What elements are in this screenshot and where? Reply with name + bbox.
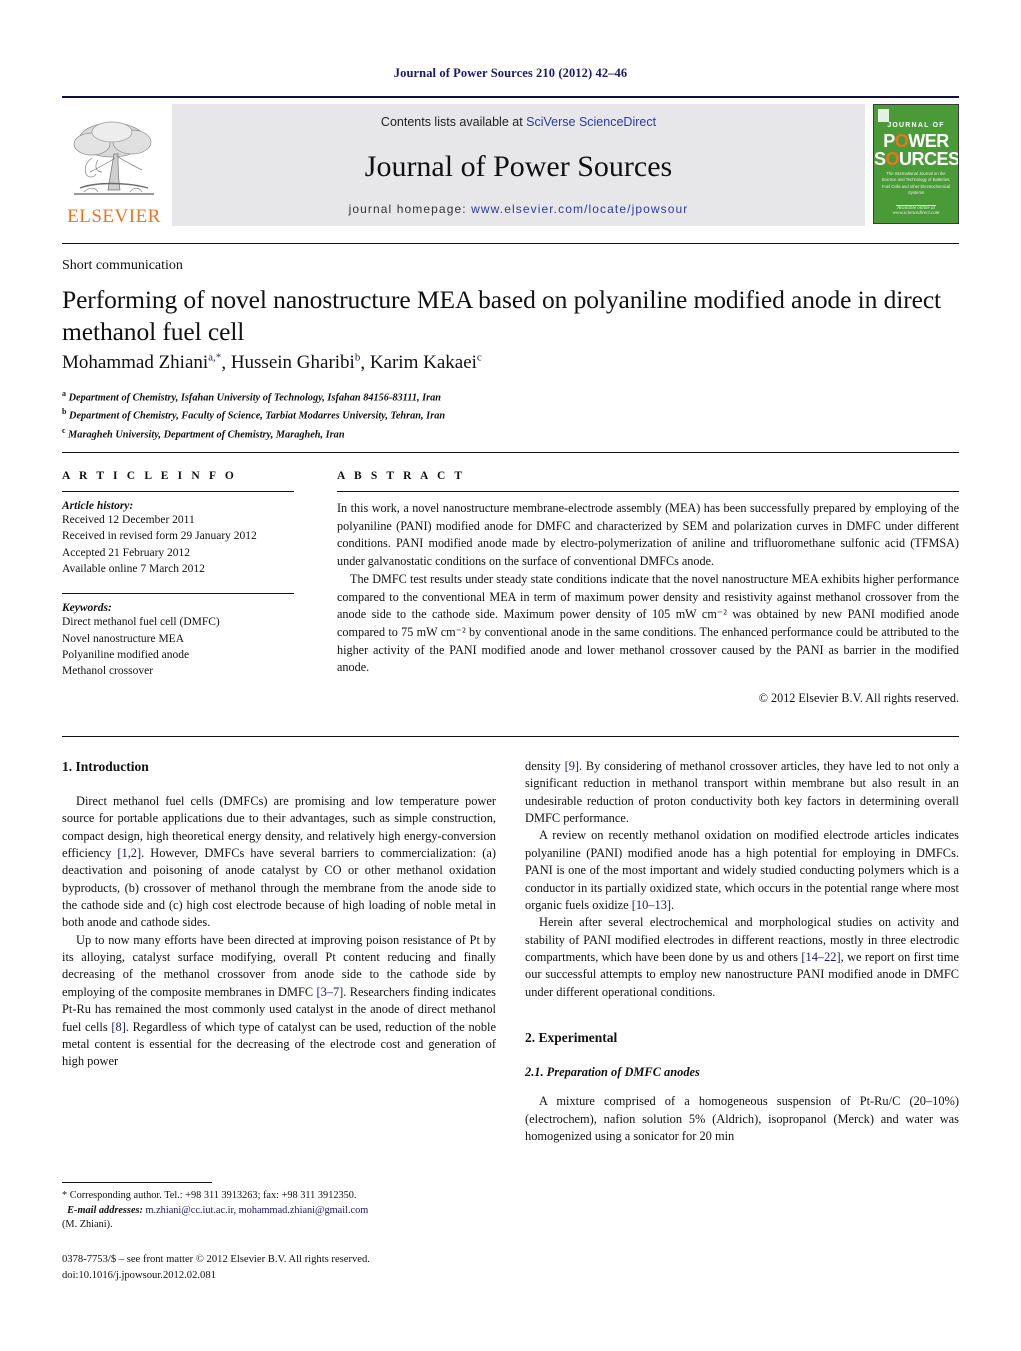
footnote-rule bbox=[62, 1182, 212, 1183]
article-info-rule bbox=[62, 491, 294, 492]
cover-subtitle: The International Journal on the Science… bbox=[881, 171, 951, 195]
keyword-item: Polyaniline modified anode bbox=[62, 648, 190, 661]
keyword-item: Methanol crossover bbox=[62, 665, 154, 678]
abstract-heading: A B S T R A C T bbox=[337, 470, 466, 482]
cover-publisher-badge-icon bbox=[878, 109, 889, 122]
journal-homepage-line: journal homepage: www.elsevier.com/locat… bbox=[349, 202, 689, 216]
email-link-2[interactable]: mohammad.zhiani@gmail.com bbox=[239, 1205, 369, 1216]
keywords-rule bbox=[62, 593, 294, 595]
section-heading-experimental: 2. Experimental bbox=[525, 1030, 618, 1046]
intro-paragraph-1: Direct methanol fuel cells (DMFCs) are p… bbox=[62, 793, 496, 932]
contents-lists-prefix: Contents lists available at bbox=[380, 115, 527, 129]
keyword-item: Novel nanostructure MEA bbox=[62, 632, 184, 645]
email-label: E-mail addresses: bbox=[67, 1204, 143, 1216]
history-item: Available online 7 March 2012 bbox=[62, 562, 205, 575]
journal-banner: Contents lists available at SciVerse Sci… bbox=[172, 104, 865, 226]
issn-line: 0378-7753/$ – see front matter © 2012 El… bbox=[62, 1254, 370, 1265]
body-column-right: density [9]. By considering of methanol … bbox=[525, 758, 959, 1145]
body-column-left: 1. Introduction Direct methanol fuel cel… bbox=[62, 758, 496, 1071]
intro-paragraph-2: Up to now many efforts have been directe… bbox=[62, 932, 496, 1071]
author-3-affil-marker[interactable]: c bbox=[477, 352, 482, 364]
citation-ref-3-7[interactable]: [3–7] bbox=[316, 985, 343, 999]
abstract-bottom-rule bbox=[62, 736, 959, 737]
intro-p3-text-a: density bbox=[525, 759, 565, 773]
subsection-heading-preparation: 2.1. Preparation of DMFC anodes bbox=[525, 1064, 700, 1079]
sciencedirect-link[interactable]: SciVerse ScienceDirect bbox=[526, 115, 656, 129]
intro-p4-text-b: . bbox=[671, 897, 675, 912]
elsevier-logo: ELSEVIER bbox=[62, 104, 166, 226]
elsevier-tree-icon bbox=[73, 121, 154, 195]
intro-paragraph-5: Herein after several electrochemical and… bbox=[525, 914, 959, 1001]
article-history-label: Article history: bbox=[62, 500, 134, 512]
journal-cover-thumbnail: JOURNAL OF POWER SOURCES The Internation… bbox=[873, 104, 959, 224]
author-1-affil-marker[interactable]: a,* bbox=[208, 352, 221, 364]
email-link-1[interactable]: m.zhiani@cc.iut.ac.ir bbox=[146, 1205, 234, 1216]
masthead-bottom-rule bbox=[62, 243, 959, 244]
cover-footer-text: Available online at www.sciencedirect.co… bbox=[892, 206, 940, 216]
affiliation-list: a Department of Chemistry, Isfahan Unive… bbox=[62, 388, 942, 443]
abstract-paragraph-1: In this work, a novel nanostructure memb… bbox=[337, 501, 959, 568]
abstract-copyright: © 2012 Elsevier B.V. All rights reserved… bbox=[758, 690, 959, 705]
citation-ref-9[interactable]: [9] bbox=[565, 759, 579, 773]
article-info-block: A R T I C L E I N F O Article history: R… bbox=[62, 470, 294, 680]
author-3: Karim Kakaeic bbox=[369, 352, 482, 374]
citation-ref-1-2[interactable]: [1,2] bbox=[117, 846, 141, 860]
page-title: Performing of novel nanostructure MEA ba… bbox=[62, 285, 942, 346]
abstract-paragraph-2: The DMFC test results under steady state… bbox=[337, 572, 959, 675]
journal-title: Journal of Power Sources bbox=[364, 149, 673, 183]
experimental-paragraph-1: A mixture comprised of a homogeneous sus… bbox=[525, 1094, 959, 1143]
cover-journal-of-label: JOURNAL OF bbox=[887, 122, 945, 129]
running-head: Journal of Power Sources 210 (2012) 42–4… bbox=[393, 66, 628, 80]
article-page: Journal of Power Sources 210 (2012) 42–4… bbox=[0, 0, 1021, 1351]
homepage-url-link[interactable]: www.elsevier.com/locate/jpowsour bbox=[471, 202, 688, 216]
citation-ref-8[interactable]: [8] bbox=[111, 1020, 125, 1034]
intro-p2-text-c: . Regardless of which type of catalyst c… bbox=[62, 1019, 496, 1069]
history-item: Received 12 December 2011 bbox=[62, 514, 195, 526]
history-item: Accepted 21 February 2012 bbox=[62, 546, 191, 559]
article-head-rule bbox=[62, 452, 959, 453]
author-2: Hussein Gharibib bbox=[230, 352, 361, 374]
article-type-label: Short communication bbox=[62, 258, 183, 273]
homepage-prefix: journal homepage: bbox=[348, 202, 472, 216]
abstract-block: A B S T R A C T In this work, a novel na… bbox=[337, 470, 959, 706]
affiliation-item: c Maragheh University, Department of Che… bbox=[62, 425, 345, 441]
author-2-affil-marker[interactable]: b bbox=[355, 352, 361, 364]
intro-p3-text-b: . By considering of methanol crossover a… bbox=[525, 759, 959, 826]
author-1: Mohammad Zhiania,* bbox=[62, 352, 222, 374]
contents-lists-line: Contents lists available at SciVerse Sci… bbox=[381, 115, 656, 129]
email-note: E-mail addresses: m.zhiani@cc.iut.ac.ir,… bbox=[67, 1204, 369, 1216]
abstract-rule bbox=[337, 491, 959, 492]
affiliation-item: b Department of Chemistry, Faculty of Sc… bbox=[62, 407, 446, 422]
keyword-item: Direct methanol fuel cell (DMFC) bbox=[62, 616, 220, 629]
intro-paragraph-3: density [9]. By considering of methanol … bbox=[525, 758, 959, 827]
journal-masthead: ELSEVIER Contents lists available at Sci… bbox=[62, 96, 959, 226]
elsevier-wordmark: ELSEVIER bbox=[67, 206, 161, 227]
intro-p4-text-a: A review on recently methanol oxidation … bbox=[525, 828, 959, 912]
affiliation-item: a Department of Chemistry, Isfahan Unive… bbox=[62, 389, 442, 404]
doi-line: doi:10.1016/j.jpowsour.2012.02.081 bbox=[62, 1269, 216, 1281]
cover-word-power: POWER bbox=[883, 131, 949, 151]
footnote-block: * Corresponding author. Tel.: +98 311 39… bbox=[62, 1182, 496, 1233]
imprint-block: 0378-7753/$ – see front matter © 2012 El… bbox=[62, 1252, 512, 1284]
section-heading-introduction: 1. Introduction bbox=[62, 759, 149, 774]
keywords-label: Keywords: bbox=[62, 602, 112, 615]
corresponding-author-note: * Corresponding author. Tel.: +98 311 39… bbox=[62, 1190, 357, 1201]
article-info-heading: A R T I C L E I N F O bbox=[62, 470, 237, 482]
intro-paragraph-4: A review on recently methanol oxidation … bbox=[525, 827, 959, 914]
citation-ref-10-13[interactable]: [10–13] bbox=[632, 898, 671, 912]
author-list: Mohammad Zhiania,*, Hussein Gharibib, Ka… bbox=[62, 352, 482, 374]
citation-ref-14-22[interactable]: [14–22] bbox=[801, 950, 840, 964]
cover-word-sources: SOURCES bbox=[874, 149, 959, 169]
email-owner: (M. Zhiani). bbox=[62, 1219, 113, 1231]
history-item: Received in revised form 29 January 2012 bbox=[62, 530, 257, 543]
